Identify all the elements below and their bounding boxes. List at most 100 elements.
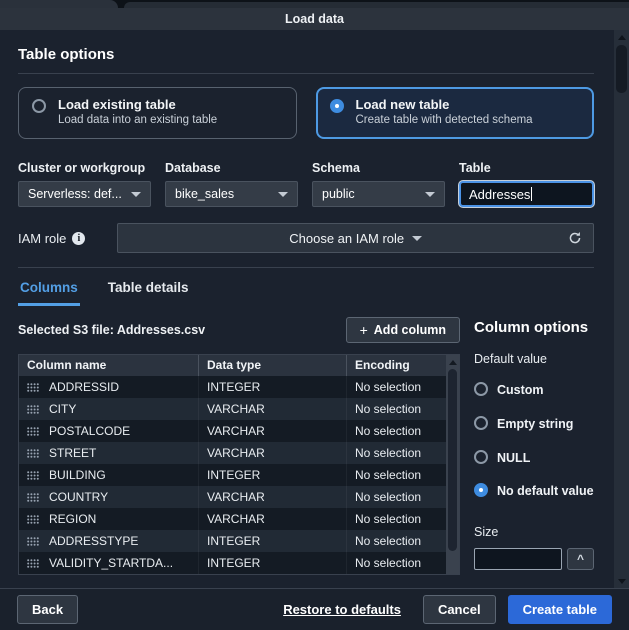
data-type-cell[interactable]: VARCHAR: [207, 424, 265, 438]
encoding-cell[interactable]: No selection: [355, 424, 421, 438]
card-title: Load new table: [356, 97, 533, 112]
data-type-cell[interactable]: VARCHAR: [207, 490, 265, 504]
table-row[interactable]: CITY VARCHAR No selection: [19, 398, 446, 420]
radio-icon[interactable]: [474, 450, 488, 464]
data-type-cell[interactable]: INTEGER: [207, 380, 260, 394]
drag-handle-icon[interactable]: [27, 559, 39, 568]
cluster-select[interactable]: Serverless: def...: [18, 181, 151, 207]
header-encoding[interactable]: Encoding: [347, 355, 446, 376]
columns-table: Column name Data type Encoding: [18, 354, 460, 575]
encoding-cell[interactable]: No selection: [355, 402, 421, 416]
load-new-table-card[interactable]: Load new table Create table with detecte…: [316, 87, 595, 139]
info-icon[interactable]: i: [72, 232, 85, 245]
encoding-cell[interactable]: No selection: [355, 534, 421, 548]
data-type-cell[interactable]: VARCHAR: [207, 446, 265, 460]
table-name-input[interactable]: Addresses: [459, 181, 594, 207]
chevron-down-icon: [278, 192, 288, 197]
table-name-value: Addresses: [469, 187, 530, 202]
add-column-button[interactable]: + Add column: [346, 317, 460, 343]
restore-to-defaults-link[interactable]: Restore to defaults: [283, 602, 401, 617]
header-data-type[interactable]: Data type: [199, 355, 347, 376]
table-row[interactable]: ADDRESSTYPE INTEGER No selection: [19, 530, 446, 552]
iam-role-select[interactable]: Choose an IAM role: [117, 223, 594, 253]
drag-handle-icon[interactable]: [27, 405, 39, 414]
modal-title: Load data: [285, 12, 344, 26]
card-description: Create table with detected schema: [356, 114, 533, 126]
encoding-cell[interactable]: No selection: [355, 446, 421, 460]
table-row[interactable]: COUNTRY VARCHAR No selection: [19, 486, 446, 508]
column-name-cell: CITY: [49, 402, 76, 416]
card-description: Load data into an existing table: [58, 114, 217, 126]
default-value-option[interactable]: Empty string: [474, 415, 594, 434]
refresh-button[interactable]: [563, 227, 587, 249]
drag-handle-icon[interactable]: [27, 493, 39, 502]
table-scrollbar[interactable]: [446, 355, 459, 574]
data-type-cell[interactable]: VARCHAR: [207, 512, 265, 526]
scroll-up-arrow-icon[interactable]: [446, 357, 459, 367]
chevron-down-icon: [425, 192, 435, 197]
default-value-option[interactable]: NULL: [474, 449, 594, 468]
size-stepper-up[interactable]: ^: [567, 548, 594, 570]
chevron-down-icon: [131, 192, 141, 197]
drag-handle-icon[interactable]: [27, 449, 39, 458]
load-new-radio[interactable]: [330, 99, 344, 113]
table-row[interactable]: POSTALCODE VARCHAR No selection: [19, 420, 446, 442]
option-label: No default value: [497, 482, 594, 501]
background-tab: [0, 0, 118, 8]
modal-content: Table options Load existing table Load d…: [0, 30, 614, 588]
drag-handle-icon[interactable]: [27, 515, 39, 524]
data-type-cell[interactable]: VARCHAR: [207, 402, 265, 416]
default-value-option[interactable]: No default value: [474, 482, 594, 501]
column-name-cell: VALIDITY_STARTDA...: [49, 556, 173, 570]
table-scrollbar-thumb[interactable]: [448, 369, 457, 551]
chevron-down-icon: [412, 236, 422, 241]
tab-table-details[interactable]: Table details: [106, 271, 191, 306]
load-data-dialog: Load data Table options Load existing ta…: [0, 0, 629, 630]
load-existing-table-card[interactable]: Load existing table Load data into an ex…: [18, 87, 297, 139]
table-row[interactable]: BUILDING INTEGER No selection: [19, 464, 446, 486]
database-select[interactable]: bike_sales: [165, 181, 298, 207]
scroll-up-arrow-icon[interactable]: [614, 30, 629, 44]
modal-scrollbar[interactable]: [614, 30, 629, 588]
radio-icon[interactable]: [474, 483, 488, 497]
default-value-option[interactable]: Custom: [474, 381, 594, 400]
schema-select[interactable]: public: [312, 181, 445, 207]
encoding-cell[interactable]: No selection: [355, 468, 421, 482]
drag-handle-icon[interactable]: [27, 383, 39, 392]
size-input[interactable]: [474, 548, 562, 570]
column-options-heading: Column options: [474, 319, 594, 336]
radio-icon[interactable]: [474, 382, 488, 396]
data-type-cell[interactable]: INTEGER: [207, 468, 260, 482]
scroll-down-arrow-icon[interactable]: [614, 574, 629, 588]
modal-scrollbar-thumb[interactable]: [616, 45, 627, 93]
data-type-cell[interactable]: INTEGER: [207, 534, 260, 548]
column-name-cell: COUNTRY: [49, 490, 108, 504]
header-column-name[interactable]: Column name: [19, 355, 199, 376]
default-value-label: Default value: [474, 352, 594, 366]
table-row[interactable]: STREET VARCHAR No selection: [19, 442, 446, 464]
data-type-cell[interactable]: INTEGER: [207, 556, 260, 570]
drag-handle-icon[interactable]: [27, 471, 39, 480]
table-row[interactable]: REGION VARCHAR No selection: [19, 508, 446, 530]
drag-handle-icon[interactable]: [27, 537, 39, 546]
columns-left-pane: Selected S3 file: Addresses.csv + Add co…: [18, 316, 460, 575]
cancel-button[interactable]: Cancel: [423, 595, 496, 624]
radio-icon[interactable]: [474, 416, 488, 430]
drag-handle-icon[interactable]: [27, 427, 39, 436]
encoding-cell[interactable]: No selection: [355, 512, 421, 526]
back-button[interactable]: Back: [17, 595, 78, 624]
table-options-heading: Table options: [18, 46, 594, 63]
default-value-options: Custom Empty string NULL No default valu…: [474, 381, 594, 501]
encoding-cell[interactable]: No selection: [355, 556, 421, 570]
connection-fields: Cluster or workgroup Serverless: def... …: [18, 161, 594, 207]
table-row[interactable]: ADDRESSID INTEGER No selection: [19, 376, 446, 398]
encoding-cell[interactable]: No selection: [355, 380, 421, 394]
load-existing-radio[interactable]: [32, 99, 46, 113]
create-table-button[interactable]: Create table: [508, 595, 612, 624]
card-title: Load existing table: [58, 97, 217, 112]
column-name-cell: REGION: [49, 512, 96, 526]
modal-footer: Back Restore to defaults Cancel Create t…: [0, 588, 629, 630]
table-row[interactable]: VALIDITY_STARTDA... INTEGER No selection: [19, 552, 446, 574]
encoding-cell[interactable]: No selection: [355, 490, 421, 504]
tab-columns[interactable]: Columns: [18, 271, 80, 306]
